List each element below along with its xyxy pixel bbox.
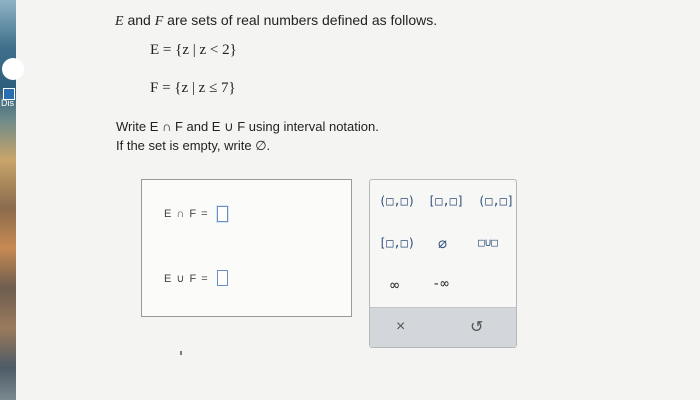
problem-intro: E and F are sets of real numbers defined… bbox=[115, 12, 437, 30]
intersection-row: E ∩ F = bbox=[164, 206, 228, 222]
union-label: E ∪ F = bbox=[164, 272, 209, 285]
intersection-label: E ∩ F = bbox=[164, 208, 209, 220]
interval-keypad: (□,□) [□,□] (□,□] [□,□) ∅ □∪□ ∞ -∞ × ↺ bbox=[369, 179, 517, 348]
closed-closed-interval-button[interactable]: [□,□] bbox=[428, 194, 464, 208]
infinity-button[interactable]: ∞ bbox=[390, 276, 399, 294]
closed-open-interval-button[interactable]: [□,□) bbox=[379, 236, 415, 250]
answer-box: E ∩ F = E ∪ F = bbox=[141, 179, 352, 317]
set-f-definition: F = {z | z ≤ 7} bbox=[150, 80, 236, 96]
intro-rest: are sets of real numbers defined as foll… bbox=[163, 12, 438, 28]
clear-icon[interactable]: × bbox=[396, 318, 405, 336]
problem-page: E and F are sets of real numbers defined… bbox=[0, 0, 700, 400]
intersection-input[interactable] bbox=[216, 206, 228, 222]
undo-icon[interactable]: ↺ bbox=[470, 317, 483, 337]
union-button[interactable]: □∪□ bbox=[478, 236, 498, 249]
instruction-text: Write E ∩ F and E ∪ F using interval not… bbox=[116, 119, 379, 134]
intro-connector: and bbox=[123, 12, 155, 28]
set-e-definition: E = {z | z < 2} bbox=[150, 42, 237, 58]
set-e-name: E bbox=[115, 14, 124, 29]
open-open-interval-button[interactable]: (□,□) bbox=[379, 194, 415, 208]
negative-infinity-button[interactable]: -∞ bbox=[432, 276, 449, 292]
empty-set-note: If the set is empty, write ∅. bbox=[116, 138, 271, 153]
keypad-footer: × ↺ bbox=[370, 307, 516, 347]
set-f-name: F bbox=[154, 14, 164, 29]
union-input[interactable] bbox=[216, 270, 228, 286]
empty-set-button[interactable]: ∅ bbox=[438, 235, 447, 253]
open-closed-interval-button[interactable]: (□,□] bbox=[478, 194, 514, 208]
stray-mark bbox=[180, 351, 182, 355]
union-row: E ∪ F = bbox=[164, 270, 228, 286]
